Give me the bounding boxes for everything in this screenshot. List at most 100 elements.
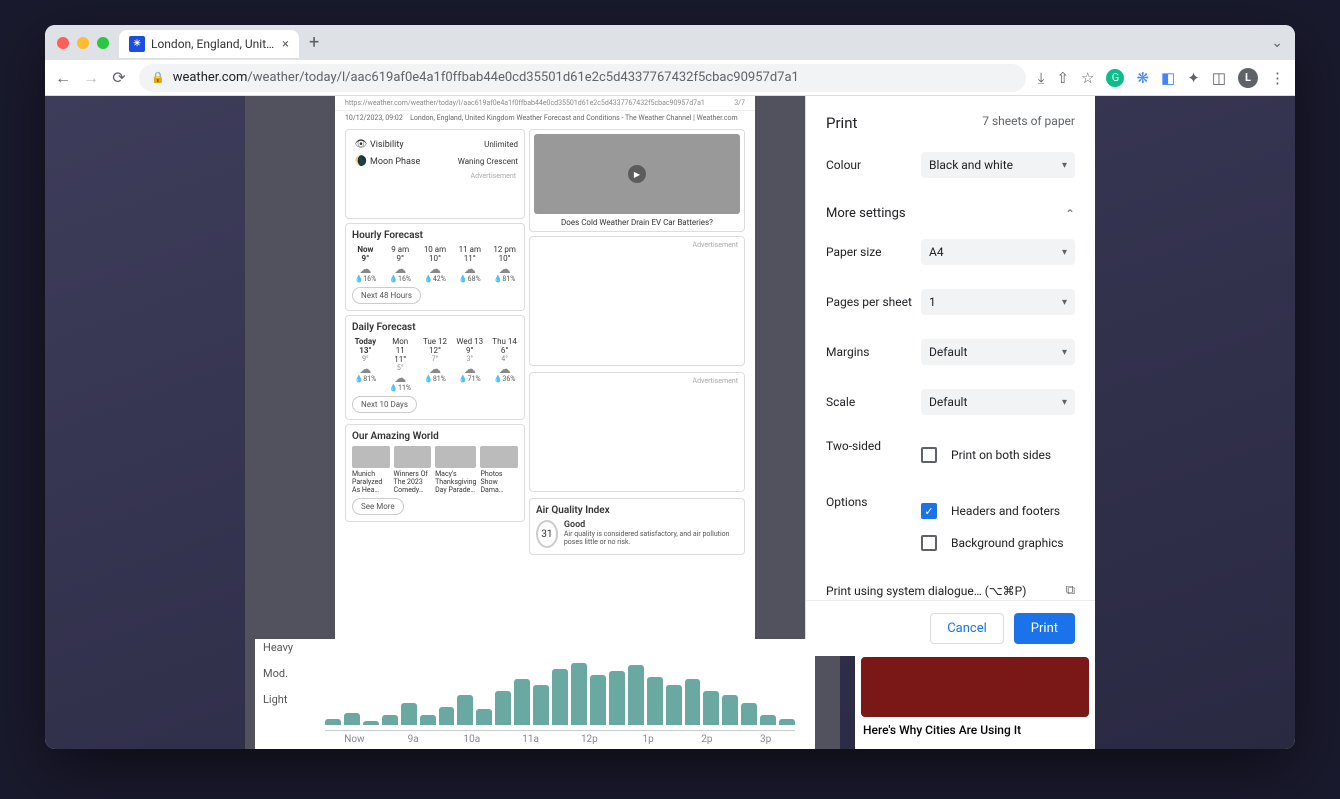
- close-window-button[interactable]: [57, 37, 69, 49]
- extension-icon-3[interactable]: ◧: [1161, 69, 1175, 87]
- share-icon[interactable]: ⇧: [1056, 69, 1069, 87]
- margins-value: Default: [929, 345, 967, 359]
- chart-bar: [628, 665, 644, 725]
- hourly-col: Now9°☁💧16%: [352, 245, 379, 283]
- x-tick: Now: [325, 734, 384, 745]
- extensions-icon[interactable]: ✦: [1187, 69, 1200, 87]
- address-bar[interactable]: 🔒 weather.com/weather/today/l/aac619af0e…: [139, 64, 1026, 92]
- amazing-item[interactable]: Photos Show Dama…: [480, 446, 518, 494]
- scale-value: Default: [929, 395, 967, 409]
- profile-avatar[interactable]: L: [1238, 68, 1258, 88]
- headers-checkbox[interactable]: ✓: [921, 503, 937, 519]
- x-tick: 12p: [560, 734, 619, 745]
- scale-select[interactable]: Default ▾: [921, 389, 1075, 415]
- chart-bar: [703, 691, 719, 725]
- chevron-down-icon: ▾: [1062, 160, 1067, 171]
- eye-icon: 👁: [352, 139, 370, 150]
- scale-label: Scale: [826, 395, 921, 409]
- two-sided-option: Print on both sides: [951, 448, 1051, 462]
- chevron-up-icon: ⌃: [1065, 207, 1075, 221]
- browser-tab[interactable]: ☀ London, England, United King… ×: [119, 30, 299, 58]
- reload-button[interactable]: ⟳: [111, 68, 127, 87]
- cancel-button[interactable]: Cancel: [930, 613, 1004, 644]
- chart-bar: [476, 709, 492, 725]
- ev-video-thumb[interactable]: ▶: [534, 134, 740, 214]
- chart-bar: [325, 719, 341, 725]
- aqi-desc: Air quality is considered satisfactory, …: [564, 530, 738, 546]
- two-sided-checkbox[interactable]: [921, 447, 937, 463]
- chart-bar: [420, 715, 436, 725]
- system-dialog-link[interactable]: Print using system dialogue… (⌥⌘P) ⧉: [826, 571, 1075, 600]
- chart-bar: [514, 679, 530, 725]
- colour-select[interactable]: Black and white ▾: [921, 152, 1075, 178]
- x-tick: 2p: [678, 734, 737, 745]
- toolbar-actions: ⤓ ⇧ ☆ G ❋ ◧ ✦ ◫ L ⋮: [1038, 68, 1285, 88]
- menu-icon[interactable]: ⋮: [1270, 69, 1285, 87]
- chart-bar: [609, 671, 625, 725]
- paper-size-value: A4: [929, 245, 944, 259]
- browser-window: ☀ London, England, United King… × + ⌄ ← …: [45, 25, 1295, 749]
- hourly-col: 11 am11°☁💧68%: [456, 245, 483, 283]
- more-settings-toggle[interactable]: More settings ⌃: [826, 190, 1075, 227]
- forward-button[interactable]: →: [83, 68, 99, 88]
- see-more-button[interactable]: See More: [352, 498, 404, 515]
- y-label-heavy: Heavy: [263, 641, 293, 654]
- x-tick: 10a: [443, 734, 502, 745]
- chart-bar: [760, 715, 776, 725]
- close-tab-icon[interactable]: ×: [282, 37, 289, 52]
- article-card[interactable]: Here's Why Cities Are Using It: [855, 651, 1095, 749]
- page-content: https://weather.com/weather/today/l/aac6…: [45, 96, 1295, 749]
- x-tick: 9a: [384, 734, 443, 745]
- external-link-icon: ⧉: [1066, 583, 1075, 598]
- tabs-dropdown-icon[interactable]: ⌄: [1271, 35, 1283, 51]
- ad-box-2: Advertisement: [529, 372, 745, 492]
- amazing-item[interactable]: Macy's Thanksgiving Day Parade…: [435, 446, 476, 494]
- chart-bar: [457, 695, 473, 725]
- precip-chart: Heavy Mod. Light Now9a10a11a12p1p2p3p: [255, 639, 815, 749]
- install-icon[interactable]: ⤓: [1038, 69, 1045, 87]
- back-button[interactable]: ←: [55, 68, 71, 88]
- minimize-window-button[interactable]: [77, 37, 89, 49]
- maximize-window-button[interactable]: [97, 37, 109, 49]
- preview-page-number: 3/7: [734, 99, 745, 107]
- extension-icon-2[interactable]: ❋: [1136, 69, 1149, 87]
- daily-col: Mon 1111°5°☁💧11%: [387, 337, 414, 392]
- chart-bar: [741, 703, 757, 725]
- amazing-item[interactable]: Munich Paralyzed As Hea…: [352, 446, 390, 494]
- ad-box-1: Advertisement: [529, 236, 745, 366]
- colour-label: Colour: [826, 158, 921, 172]
- pages-per-sheet-select[interactable]: 1 ▾: [921, 289, 1075, 315]
- margins-select[interactable]: Default ▾: [921, 339, 1075, 365]
- y-label-light: Light: [263, 693, 287, 706]
- chart-bar: [779, 719, 795, 725]
- bookmark-icon[interactable]: ☆: [1081, 69, 1094, 87]
- next-10-button[interactable]: Next 10 Days: [352, 396, 417, 413]
- moon-icon: 🌘: [352, 156, 370, 167]
- colour-value: Black and white: [929, 158, 1013, 172]
- paper-size-select[interactable]: A4 ▾: [921, 239, 1075, 265]
- next-48-button[interactable]: Next 48 Hours: [352, 287, 421, 304]
- amazing-item[interactable]: Winners Of The 2023 Comedy…: [394, 446, 432, 494]
- chevron-down-icon: ▾: [1062, 347, 1067, 358]
- daily-col: Tue 1212°7°☁💧81%: [422, 337, 449, 392]
- toolbar: ← → ⟳ 🔒 weather.com/weather/today/l/aac6…: [45, 60, 1295, 96]
- background-checkbox[interactable]: [921, 535, 937, 551]
- titlebar: ☀ London, England, United King… × + ⌄: [45, 25, 1295, 60]
- print-button[interactable]: Print: [1014, 613, 1075, 644]
- hourly-col: 9 am9°☁💧16%: [387, 245, 414, 283]
- tab-title: London, England, United King…: [151, 37, 276, 51]
- chart-bar: [685, 679, 701, 725]
- hourly-col: 10 am10°☁💧42%: [422, 245, 449, 283]
- x-tick: 1p: [619, 734, 678, 745]
- chart-bar: [401, 703, 417, 725]
- new-tab-button[interactable]: +: [309, 32, 319, 53]
- ad-label: Advertisement: [691, 375, 740, 387]
- extension-icon-1[interactable]: G: [1106, 69, 1124, 87]
- chart-bar: [666, 685, 682, 725]
- article-caption: Here's Why Cities Are Using It: [861, 717, 1089, 743]
- lock-icon: 🔒: [151, 71, 165, 84]
- chevron-down-icon: ▾: [1062, 397, 1067, 408]
- chart-bar: [647, 677, 663, 725]
- side-panel-icon[interactable]: ◫: [1212, 69, 1226, 87]
- hourly-col: 12 pm10°☁💧81%: [491, 245, 518, 283]
